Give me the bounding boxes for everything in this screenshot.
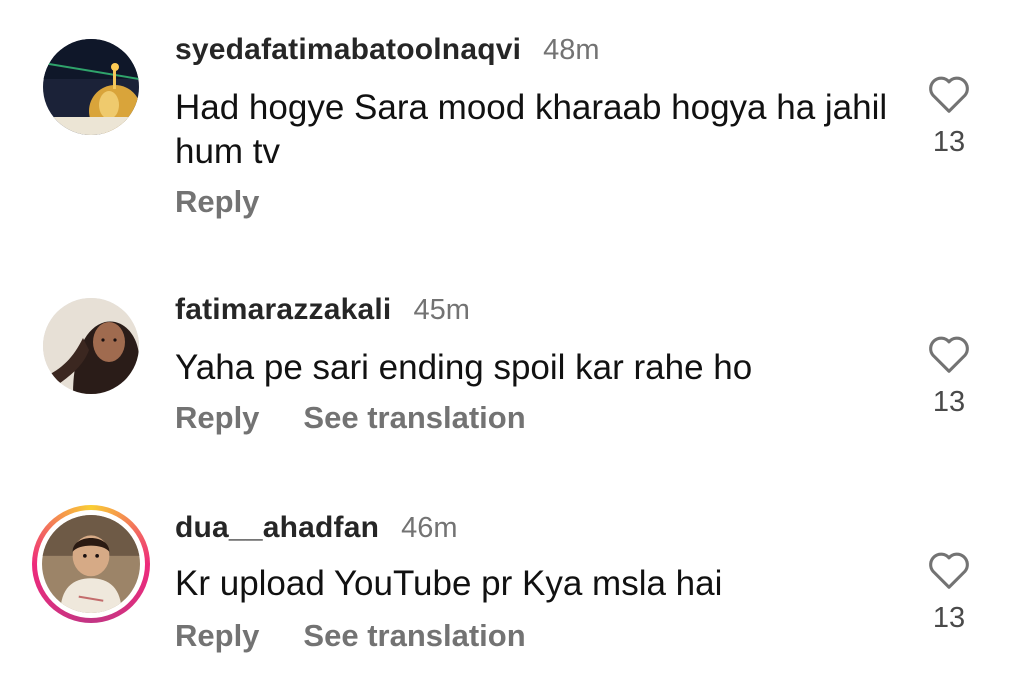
reply-button[interactable]: Reply [175, 400, 259, 436]
comment-username[interactable]: dua__ahadfan [175, 511, 379, 545]
comment-timestamp: 46m [401, 512, 458, 544]
heart-icon[interactable] [927, 550, 971, 590]
see-translation-button[interactable]: See translation [303, 618, 525, 654]
comment-item: fatimarazzakali 45m Yaha pe sari ending … [0, 260, 1024, 480]
heart-icon[interactable] [927, 334, 971, 374]
heart-icon[interactable] [927, 74, 971, 114]
comment-text: Kr upload YouTube pr Kya msla hai [175, 564, 723, 603]
comment-text: Had hogye Sara mood kharaab hogya ha jah… [175, 88, 888, 171]
comment-timestamp: 45m [413, 294, 470, 326]
avatar [42, 515, 140, 613]
like-count: 13 [932, 602, 966, 634]
like-count: 13 [932, 386, 966, 418]
shrine-dome-avatar-icon [43, 39, 139, 135]
reply-button[interactable]: Reply [175, 184, 259, 220]
person-avatar-icon [43, 298, 139, 394]
avatar[interactable] [43, 39, 139, 135]
story-ring[interactable] [32, 505, 150, 623]
comment-timestamp: 48m [543, 34, 600, 66]
see-translation-button[interactable]: See translation [303, 400, 525, 436]
comment-text: Yaha pe sari ending spoil kar rahe ho [175, 348, 753, 387]
child-avatar-icon [42, 515, 140, 613]
comment-username[interactable]: syedafatimabatoolnaqvi [175, 33, 521, 67]
comment-item: dua__ahadfan 46m Kr upload YouTube pr Ky… [0, 478, 1024, 698]
avatar[interactable] [43, 298, 139, 394]
comment-username[interactable]: fatimarazzakali [175, 293, 391, 327]
reply-button[interactable]: Reply [175, 618, 259, 654]
like-count: 13 [932, 126, 966, 158]
comment-item: syedafatimabatoolnaqvi 48m Had hogye Sar… [0, 0, 1024, 220]
